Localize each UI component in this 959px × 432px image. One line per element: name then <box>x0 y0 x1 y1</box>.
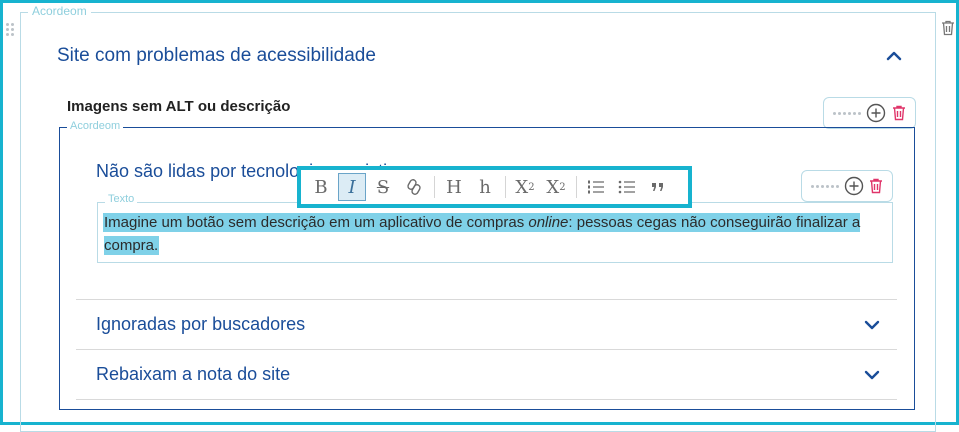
drag-handle-icon[interactable] <box>832 111 861 115</box>
toolbar-divider <box>505 176 506 198</box>
bullet-list-icon[interactable] <box>613 173 641 201</box>
ordered-list-icon[interactable] <box>582 173 610 201</box>
drag-handle-icon[interactable] <box>810 184 839 188</box>
chevron-down-icon[interactable] <box>862 315 882 335</box>
chevron-up-icon[interactable] <box>884 46 904 66</box>
superscript-button[interactable]: X2 <box>542 173 570 201</box>
italic-button[interactable]: I <box>338 173 366 201</box>
accordion-item-title-3[interactable]: Rebaixam a nota do site <box>96 364 290 385</box>
bold-button[interactable]: B <box>307 173 335 201</box>
text-segment: Imagine um botão sem descrição em um apl… <box>104 214 529 231</box>
subscript-button[interactable]: X2 <box>511 173 539 201</box>
link-icon[interactable] <box>400 173 428 201</box>
italic-text-segment: online <box>528 214 569 231</box>
outer-block-label: Acordeom <box>28 4 91 18</box>
subscript-letter: X <box>515 176 529 198</box>
subscript-mark: 2 <box>528 181 535 193</box>
accordion-divider <box>76 299 897 300</box>
add-circle-icon[interactable] <box>866 103 886 123</box>
strikethrough-button[interactable]: S <box>369 173 397 201</box>
inner-block-mini-toolbar <box>823 97 916 129</box>
heading-large-button[interactable]: H <box>440 173 468 201</box>
add-circle-icon[interactable] <box>844 176 864 196</box>
outer-drag-handle-icon[interactable] <box>6 23 14 36</box>
section-subheading: Imagens sem ALT ou descrição <box>67 98 291 115</box>
accordion-divider <box>76 349 897 350</box>
accordion-item-title-2[interactable]: Ignoradas por buscadores <box>96 314 305 335</box>
trash-icon[interactable] <box>892 105 906 121</box>
superscript-mark: 2 <box>559 181 566 193</box>
text-block-content[interactable]: Imagine um botão sem descrição em um apl… <box>104 211 888 257</box>
toolbar-divider <box>576 176 577 198</box>
selected-text: Imagine um botão sem descrição em um apl… <box>104 214 861 254</box>
outer-accordion-title[interactable]: Site com problemas de acessibilidade <box>57 45 376 67</box>
quote-icon[interactable] <box>644 173 672 201</box>
outer-trash-icon[interactable] <box>941 20 955 41</box>
text-block-mini-toolbar <box>801 170 893 202</box>
superscript-letter: X <box>546 176 560 198</box>
chevron-down-icon[interactable] <box>862 365 882 385</box>
heading-small-button[interactable]: h <box>471 173 499 201</box>
trash-icon[interactable] <box>869 178 883 194</box>
format-toolbar: B I S H h X2 X2 <box>297 166 692 208</box>
inner-block-label: Acordeom <box>67 120 124 132</box>
toolbar-divider <box>434 176 435 198</box>
accordion-divider <box>76 399 897 400</box>
text-block-label: Texto <box>105 193 138 205</box>
